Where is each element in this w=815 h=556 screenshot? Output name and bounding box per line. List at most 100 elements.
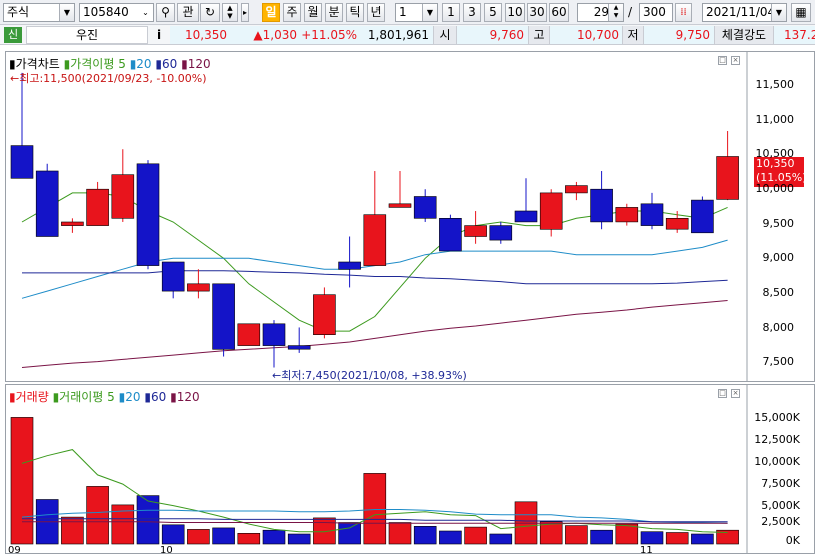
period-week-label: 주 [286, 5, 298, 19]
grid-settings-button[interactable]: ⁞⁞ [675, 3, 692, 22]
period-day-button[interactable]: 일 [262, 3, 280, 22]
stepper-down-icon: ▼ [227, 12, 233, 20]
volume-bar [187, 529, 210, 545]
volume-bar [640, 531, 664, 545]
candle-body [111, 174, 135, 219]
interval-5-button[interactable]: 5 [484, 3, 502, 22]
stepper-icon[interactable]: ▲ ▼ [608, 4, 623, 21]
candle-body [565, 185, 588, 194]
volume-y-label: 0K [785, 534, 800, 547]
interval-value: 1 [399, 5, 407, 19]
open-label: 시 [433, 26, 457, 44]
info-icon[interactable]: i [151, 26, 167, 44]
date-picker[interactable]: 2021/11/04 ▼ [702, 3, 787, 22]
count-stepper[interactable]: 29 ▲ ▼ [577, 3, 624, 22]
period-month-button[interactable]: 월 [304, 3, 322, 22]
period-tick-button[interactable]: 틱 [346, 3, 364, 22]
price-legend-title: 가격차트 [15, 57, 60, 71]
x-axis-label: 10 [160, 545, 173, 556]
volume-bar [565, 525, 588, 545]
period-day-label: 일 [265, 5, 277, 19]
low-value: 9,750 [675, 28, 710, 42]
quote-bar: 신 우진 i 10,350 ▲1,030 +11.05% 1,801,961 시… [0, 25, 815, 45]
interval-1-button[interactable]: 1 [442, 3, 460, 22]
candle-body [237, 323, 261, 346]
volume-bar [237, 533, 261, 545]
price-y-label: 9,000 [762, 251, 795, 264]
gwan-button[interactable]: 관 [177, 3, 199, 22]
volume-value: 1,801,961 [367, 28, 429, 42]
chevron-down-icon[interactable]: ▼ [59, 4, 74, 21]
total-value: 300 [643, 5, 666, 19]
interval-3-button[interactable]: 3 [463, 3, 481, 22]
price-y-label: 11,000 [755, 113, 795, 126]
period-minute-button[interactable]: 분 [325, 3, 343, 22]
candle-body [640, 203, 664, 226]
market-badge: 신 [4, 27, 22, 43]
total-input[interactable]: 300 [639, 3, 673, 22]
price-y-label: 7,500 [762, 355, 795, 368]
chevron-down-icon[interactable]: ▼ [771, 4, 786, 21]
price-y-label: 8,500 [762, 286, 795, 299]
market-select[interactable]: 주식 ▼ [3, 3, 75, 22]
interval-30-label: 30 [529, 5, 545, 19]
period-year-label: 년 [370, 5, 382, 19]
gwan-label: 관 [182, 5, 194, 19]
volume-bar [10, 417, 34, 545]
candle-body [187, 283, 210, 292]
candle-body [35, 170, 59, 237]
interval-10-button[interactable]: 10 [505, 3, 525, 22]
volume-bar [262, 529, 286, 545]
close-icon[interactable]: × [731, 389, 740, 398]
strength-label: 체결강도 [714, 26, 774, 44]
volume-legend-ma20: 20 [125, 390, 141, 404]
price-y-label: 11,500 [755, 78, 795, 91]
candle-body [338, 261, 361, 270]
volume-bar [413, 526, 437, 545]
volume-bar [590, 529, 613, 545]
search-button[interactable]: ⚲ [156, 3, 175, 22]
chevron-down-icon[interactable]: ▼ [422, 4, 437, 21]
period-year-button[interactable]: 년 [367, 3, 385, 22]
arrow-right-button[interactable]: ▸ [241, 3, 249, 22]
candle-body [363, 214, 387, 266]
candle-body [136, 163, 160, 266]
price-ma-line-60 [22, 270, 728, 285]
volume-legend-title: 거래량 [15, 390, 49, 404]
candle-body [161, 261, 185, 292]
volume-y-label: 12,500K [754, 433, 800, 446]
candle-body [61, 221, 84, 226]
interval-1-label: 1 [447, 5, 455, 19]
calendar-button[interactable]: ▦ [791, 3, 811, 22]
chevron-down-icon[interactable]: ⌄ [138, 4, 153, 21]
maximize-icon[interactable]: □ [718, 389, 727, 398]
volume-y-label: 5,000K [761, 499, 800, 512]
legend-marker: ▮ [181, 57, 188, 71]
price-ma-line-120 [21, 300, 728, 368]
refresh-icon: ↻ [204, 5, 216, 19]
max-annotation: ←최고:11,500(2021/09/23, -10.00%) [10, 72, 207, 85]
candle-body [590, 188, 613, 223]
candle-body [313, 294, 336, 335]
high-label: 고 [528, 26, 550, 44]
up-down-stepper[interactable]: ▲ ▼ [222, 3, 238, 22]
volume-chart[interactable] [5, 384, 815, 554]
price-legend-ma60: 60 [162, 57, 178, 71]
maximize-icon[interactable]: □ [718, 56, 727, 65]
interval-select[interactable]: 1 ▼ [395, 3, 438, 22]
price-y-label: 9,500 [762, 217, 795, 230]
period-week-button[interactable]: 주 [283, 3, 301, 22]
code-input[interactable]: 105840 ⌄ [79, 3, 154, 22]
period-tick-label: 틱 [349, 5, 361, 19]
close-icon[interactable]: × [731, 56, 740, 65]
refresh-button[interactable]: ↻ [200, 3, 220, 22]
interval-30-button[interactable]: 30 [527, 3, 547, 22]
interval-60-button[interactable]: 60 [549, 3, 569, 22]
price-chart[interactable] [5, 51, 815, 382]
volume-bar [61, 516, 84, 545]
volume-bar [489, 533, 513, 545]
candle-body [262, 323, 286, 346]
toolbar: 주식 ▼ 105840 ⌄ ⚲ 관 ↻ ▲ ▼ ▸ 일 주 월 분 틱 년 1 … [0, 0, 815, 25]
high-value: 10,700 [577, 28, 619, 42]
price-change-pct: +11.05% [301, 28, 357, 42]
